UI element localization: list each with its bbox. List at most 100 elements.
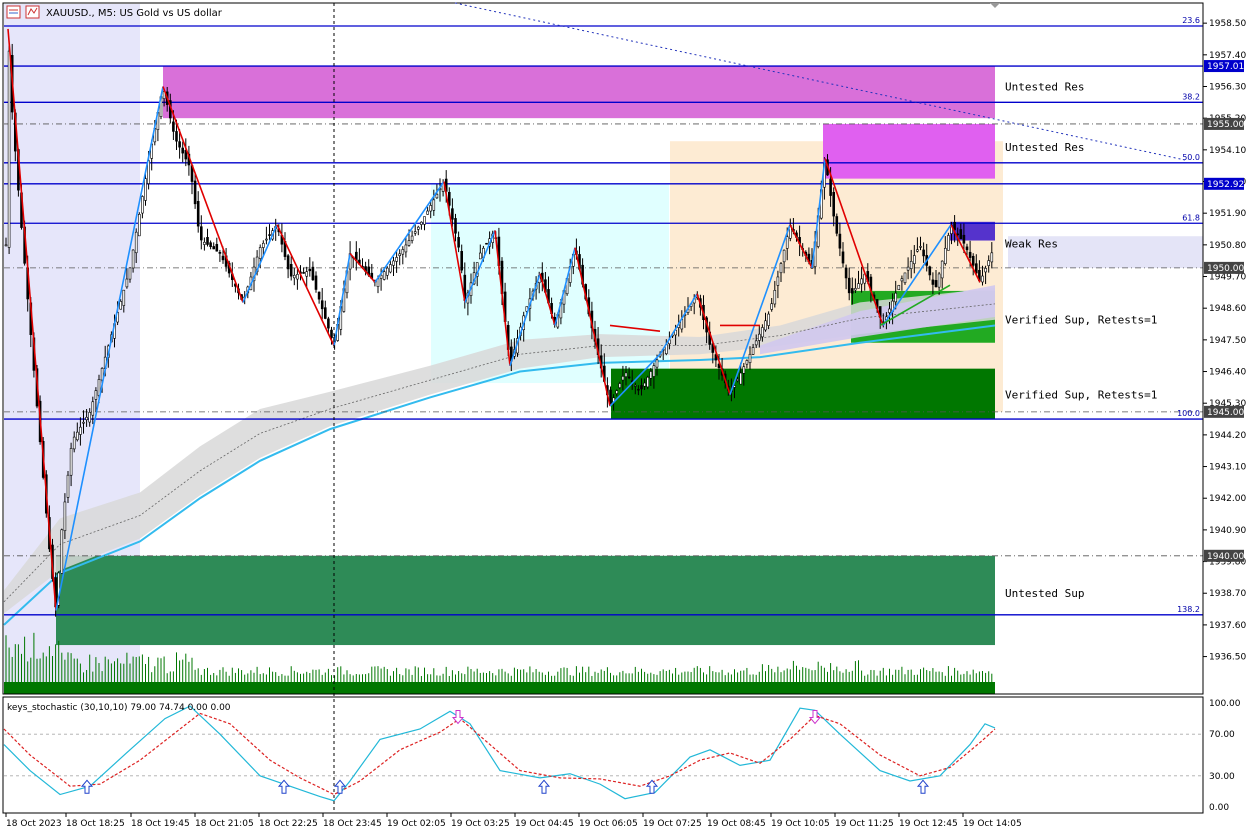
- price-axis-label: 1957.40: [1209, 51, 1246, 61]
- candle-body: [485, 242, 488, 245]
- candle-body: [857, 283, 860, 289]
- candle-body: [320, 300, 324, 310]
- candle-body: [392, 260, 395, 266]
- candle-body: [395, 257, 398, 262]
- candle-body: [317, 291, 321, 300]
- zone-label: Untested Res: [1005, 80, 1084, 93]
- candle-body: [175, 131, 178, 142]
- zone-label: Verified Sup, Retests=1: [1005, 389, 1157, 402]
- candle-body: [739, 372, 743, 385]
- candle-body: [748, 353, 752, 363]
- candle-body: [770, 303, 774, 310]
- candle-body: [912, 255, 916, 265]
- candle-body: [265, 238, 268, 241]
- candle-body: [940, 260, 944, 279]
- candle-body: [221, 255, 225, 261]
- candle-body: [854, 288, 857, 291]
- time-axis-label: 19 Oct 08:45: [707, 819, 766, 829]
- price-marker-label: 1945.00: [1207, 408, 1244, 418]
- candle-body: [389, 264, 392, 273]
- candle-body: [196, 200, 200, 227]
- candle-body: [134, 231, 138, 254]
- candle-body: [974, 263, 978, 274]
- zone-label: Verified Sup, Retests=1: [1005, 314, 1157, 327]
- price-axis-label: 1938.70: [1209, 589, 1246, 599]
- untested-res-zone[interactable]: [823, 123, 995, 179]
- candle-body: [131, 249, 135, 269]
- candle-body: [761, 327, 764, 338]
- candle-body: [971, 255, 975, 266]
- candle-body: [916, 249, 919, 252]
- candle-body: [122, 289, 126, 306]
- candle-body: [757, 333, 761, 341]
- price-marker-label: 1952.92: [1207, 180, 1244, 190]
- untested-res-zone[interactable]: [163, 66, 995, 119]
- candle-body: [847, 277, 851, 294]
- time-axis-label: 18 Oct 21:05: [195, 819, 254, 829]
- candle-body: [212, 246, 215, 250]
- price-axis-label: 1937.60: [1209, 621, 1246, 631]
- candle-body: [968, 251, 972, 258]
- candle-body: [943, 247, 947, 265]
- candle-body: [903, 272, 907, 284]
- candle-body: [624, 372, 628, 377]
- time-axis-label: 19 Oct 06:05: [579, 819, 638, 829]
- candle-body: [782, 249, 786, 263]
- chart-title: XAUUSD., M5: US Gold vs US dollar: [6, 5, 223, 19]
- time-axis-label: 19 Oct 02:05: [387, 819, 446, 829]
- symbol-icon[interactable]: [25, 5, 40, 19]
- candle-body: [618, 383, 622, 388]
- candle-body: [457, 237, 460, 248]
- candle-body: [423, 216, 426, 225]
- candle-body: [138, 214, 141, 237]
- candle-body: [181, 147, 184, 154]
- candle-body: [311, 266, 315, 281]
- candle-body: [172, 121, 175, 132]
- candle-body: [209, 242, 212, 248]
- price-axis-label: 1950.80: [1209, 241, 1246, 251]
- candle-body: [627, 376, 631, 379]
- candle-body: [420, 221, 423, 225]
- candle-body: [401, 249, 405, 255]
- time-axis-label: 19 Oct 12:45: [899, 819, 958, 829]
- chart-window-icon[interactable]: [6, 5, 21, 19]
- candle-body: [82, 421, 85, 424]
- candle-body: [909, 261, 913, 269]
- candle-body: [7, 50, 11, 248]
- candle-body: [330, 329, 333, 339]
- candle-body: [215, 244, 219, 252]
- candle-body: [947, 235, 950, 251]
- candle-body: [751, 347, 755, 355]
- candle-body: [178, 141, 181, 148]
- candle-body: [649, 371, 653, 379]
- candle-body: [385, 267, 389, 276]
- candle-body: [79, 426, 82, 435]
- candle-body: [621, 376, 625, 381]
- untested-sup-zone[interactable]: [56, 555, 995, 646]
- candle-body: [646, 376, 650, 388]
- stochastic-axis-label: 30.00: [1209, 772, 1235, 782]
- chart-window[interactable]: Untested Res Untested Res Weak Res Verified…: [0, 0, 1255, 832]
- candle-body: [928, 266, 932, 276]
- price-axis-label: 1958.50: [1209, 19, 1246, 29]
- fib-level-label: 23.6: [1182, 16, 1200, 25]
- candle-body: [88, 412, 91, 423]
- candle-body: [745, 360, 749, 365]
- candle-body: [767, 313, 770, 326]
- candle-body: [652, 365, 656, 377]
- fib-level-label: 138.2: [1177, 605, 1200, 614]
- candle-body: [919, 246, 922, 248]
- chart-canvas[interactable]: Untested Res Untested Res Weak Res Verified…: [0, 0, 1255, 832]
- candle-body: [906, 266, 910, 271]
- candle-body: [314, 275, 318, 290]
- candle-body: [987, 260, 991, 266]
- candle-body: [832, 191, 836, 217]
- candle-body: [844, 267, 848, 279]
- candle-body: [742, 366, 746, 374]
- candle-body: [888, 308, 891, 314]
- candle-body: [478, 252, 482, 260]
- candle-body: [85, 416, 88, 421]
- price-axis-label: 1954.10: [1209, 146, 1246, 156]
- time-axis-label: 19 Oct 14:05: [963, 819, 1022, 829]
- time-axis-label: 18 Oct 19:45: [131, 819, 190, 829]
